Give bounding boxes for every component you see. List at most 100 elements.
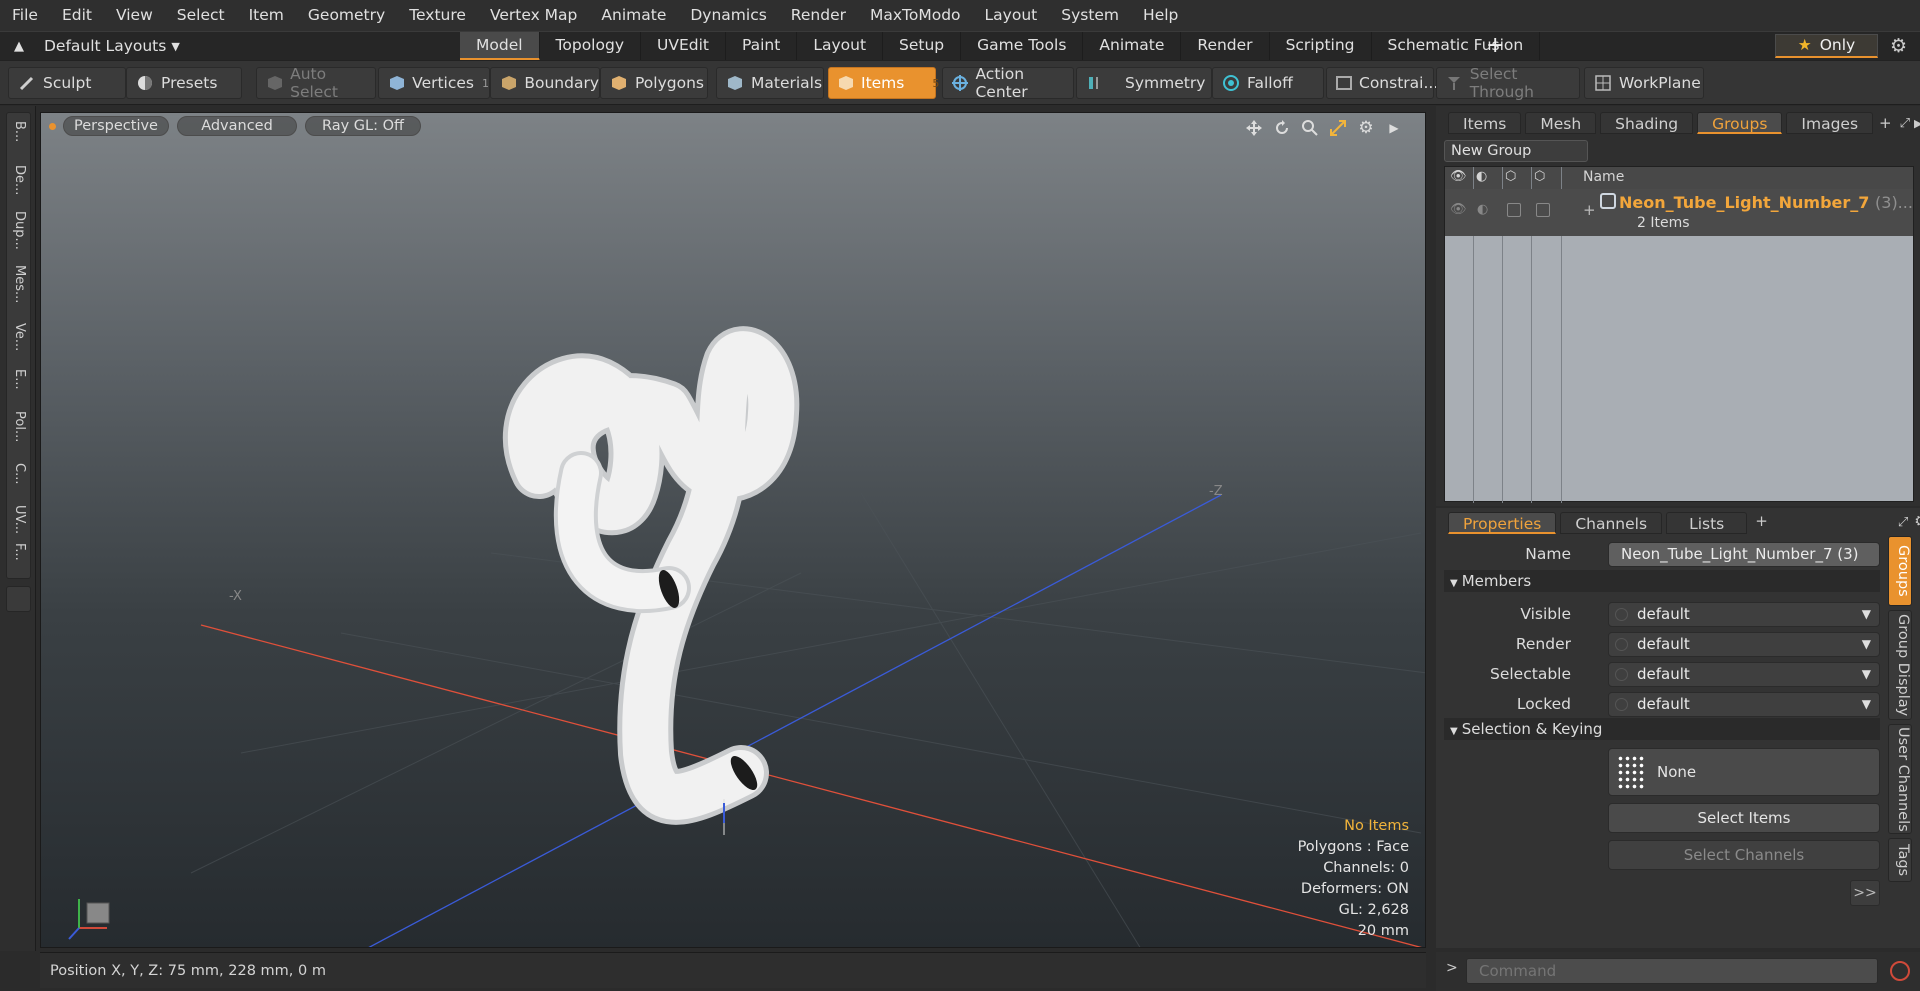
more-button[interactable]: >> xyxy=(1850,880,1880,906)
row-select-checkbox[interactable] xyxy=(1536,203,1550,217)
strip-extra-button[interactable] xyxy=(6,586,31,612)
menu-geometry[interactable]: Geometry xyxy=(296,0,397,31)
tab-groups[interactable]: Groups xyxy=(1697,112,1783,134)
menu-texture[interactable]: Texture xyxy=(397,0,478,31)
presets-button[interactable]: Presets xyxy=(126,67,242,99)
group-row[interactable]: 👁 ◐ + Neon_Tube_Light_Number_7 (3)... 2 … xyxy=(1445,189,1913,236)
strip-tab-vertex[interactable]: Ve... xyxy=(12,323,27,351)
side-tab-user-channels[interactable]: User Channels xyxy=(1888,724,1912,834)
strip-tab-uv[interactable]: UV... xyxy=(12,505,27,534)
strip-tab-curve[interactable]: C... xyxy=(12,463,27,484)
name-column-header[interactable]: Name xyxy=(1583,169,1624,185)
row-visibility-eye-icon[interactable]: 👁 xyxy=(1450,202,1467,217)
raygl-button[interactable]: Ray GL: Off xyxy=(305,116,421,136)
menu-layout[interactable]: Layout xyxy=(973,0,1050,31)
tab-topology[interactable]: Topology xyxy=(540,32,641,61)
gear-icon[interactable]: ⚙ xyxy=(1890,35,1907,57)
vertices-button[interactable]: Vertices 1 xyxy=(378,67,490,99)
strip-tab-edge[interactable]: E... xyxy=(12,369,27,390)
menu-file[interactable]: File xyxy=(0,0,50,31)
add-properties-tab-icon[interactable]: + xyxy=(1755,512,1768,530)
pan-move-icon[interactable] xyxy=(1243,117,1265,139)
row-lock-checkbox[interactable] xyxy=(1507,203,1521,217)
tab-items[interactable]: Items xyxy=(1448,112,1522,134)
menu-item[interactable]: Item xyxy=(237,0,296,31)
symmetry-button[interactable]: Symmetry xyxy=(1076,67,1212,99)
group-name[interactable]: Neon_Tube_Light_Number_7 (3)... xyxy=(1619,193,1913,212)
maximize-icon[interactable] xyxy=(1327,117,1349,139)
layout-selector[interactable]: ▲ Default Layouts ▼ xyxy=(0,37,190,55)
side-tab-group-display[interactable]: Group Display xyxy=(1888,610,1912,720)
properties-maximize-icon[interactable]: ⤢ xyxy=(1898,515,1908,530)
render-dropdown[interactable]: default ▼ xyxy=(1608,632,1880,657)
viewport-gear-icon[interactable]: ⚙ xyxy=(1355,117,1377,139)
collapse-arrow-icon[interactable]: ▲ xyxy=(14,39,24,54)
tab-mesh[interactable]: Mesh ... xyxy=(1525,112,1597,155)
new-group-button[interactable]: New Group xyxy=(1444,140,1588,162)
constraints-button[interactable]: Constrai... xyxy=(1326,67,1438,99)
strip-tab-mesh[interactable]: Mes... xyxy=(12,265,27,303)
select-cube-icon[interactable]: ⬡ xyxy=(1534,169,1545,184)
command-input[interactable] xyxy=(1466,958,1878,984)
panel-maximize-icon[interactable]: ⤢ xyxy=(1900,116,1910,131)
tab-layout[interactable]: Layout xyxy=(797,32,884,61)
viewport-expand-arrow-icon[interactable]: ▶ xyxy=(1383,117,1405,139)
tab-render[interactable]: Render xyxy=(1181,32,1270,61)
panel-expand-arrow-icon[interactable]: ▶ xyxy=(1914,117,1920,130)
properties-gear-icon[interactable]: ⚙ xyxy=(1914,512,1920,530)
menu-animate[interactable]: Animate xyxy=(589,0,678,31)
workplane-button[interactable]: WorkPlane xyxy=(1584,67,1704,99)
select-items-button[interactable]: Select Items xyxy=(1608,803,1880,833)
viewport-menu-dot[interactable] xyxy=(49,123,56,130)
tab-animate[interactable]: Animate xyxy=(1083,32,1182,61)
members-section[interactable]: ▼ Members xyxy=(1444,570,1880,592)
materials-button[interactable]: Materials xyxy=(716,67,824,99)
menu-maxtomodo[interactable]: MaxToModo xyxy=(858,0,973,31)
tab-channels[interactable]: Channels xyxy=(1560,512,1663,534)
expand-plus-icon[interactable]: + xyxy=(1583,201,1596,219)
menu-render[interactable]: Render xyxy=(779,0,858,31)
tab-schematic-fusion[interactable]: Schematic Fusion xyxy=(1372,32,1541,61)
perspective-button[interactable]: Perspective xyxy=(63,116,169,136)
tab-game-tools[interactable]: Game Tools xyxy=(961,32,1084,61)
group-name-field[interactable]: Neon_Tube_Light_Number_7 (3) xyxy=(1608,542,1880,567)
3d-viewport[interactable]: -X -Z Perspective Advanced Ray GL: Off ⚙… xyxy=(40,112,1426,948)
tab-uvedit[interactable]: UVEdit xyxy=(641,32,726,61)
menu-view[interactable]: View xyxy=(104,0,165,31)
sculpt-button[interactable]: Sculpt xyxy=(8,67,126,99)
visible-dropdown[interactable]: default ▼ xyxy=(1608,602,1880,627)
tab-properties[interactable]: Properties xyxy=(1448,512,1557,534)
strip-tab-duplicate[interactable]: Dup... xyxy=(12,211,27,250)
add-panel-tab-icon[interactable]: + xyxy=(1879,114,1892,132)
strip-tab-deform[interactable]: De... xyxy=(12,165,27,195)
auto-select-button[interactable]: Auto Select xyxy=(256,65,376,101)
select-channels-button[interactable]: Select Channels xyxy=(1608,840,1880,870)
tab-model[interactable]: Model xyxy=(460,32,540,61)
zoom-icon[interactable] xyxy=(1299,117,1321,139)
tab-scripting[interactable]: Scripting xyxy=(1270,32,1372,61)
side-tab-groups[interactable]: Groups xyxy=(1888,536,1912,606)
row-render-icon[interactable]: ◐ xyxy=(1477,202,1488,217)
visibility-eye-icon[interactable]: 👁 xyxy=(1450,169,1467,184)
tab-images[interactable]: Images xyxy=(1786,112,1874,134)
menu-edit[interactable]: Edit xyxy=(50,0,104,31)
falloff-button[interactable]: Falloff xyxy=(1212,67,1324,99)
add-tab-plus-icon[interactable]: + xyxy=(1486,32,1504,59)
shading-mode-button[interactable]: Advanced xyxy=(177,116,297,136)
side-tab-tags[interactable]: Tags xyxy=(1888,838,1912,882)
boundary-button[interactable]: Boundary xyxy=(490,67,600,99)
lock-cube-icon[interactable]: ⬡ xyxy=(1505,169,1516,184)
keying-none-button[interactable]: None xyxy=(1608,748,1880,796)
tab-paint[interactable]: Paint xyxy=(726,32,798,61)
tab-lists[interactable]: Lists xyxy=(1666,512,1748,534)
tab-shading[interactable]: Shading xyxy=(1600,112,1694,134)
record-macro-icon[interactable] xyxy=(1890,961,1910,981)
select-through-button[interactable]: Select Through xyxy=(1436,65,1580,101)
render-icon[interactable]: ◐ xyxy=(1476,169,1487,184)
items-button[interactable]: Items 5 xyxy=(828,67,939,99)
menu-vertex-map[interactable]: Vertex Map xyxy=(478,0,589,31)
menu-help[interactable]: Help xyxy=(1131,0,1190,31)
polygons-button[interactable]: Polygons xyxy=(600,67,708,99)
action-center-button[interactable]: Action Center xyxy=(942,65,1074,101)
strip-tab-basic[interactable]: B... xyxy=(12,121,27,142)
